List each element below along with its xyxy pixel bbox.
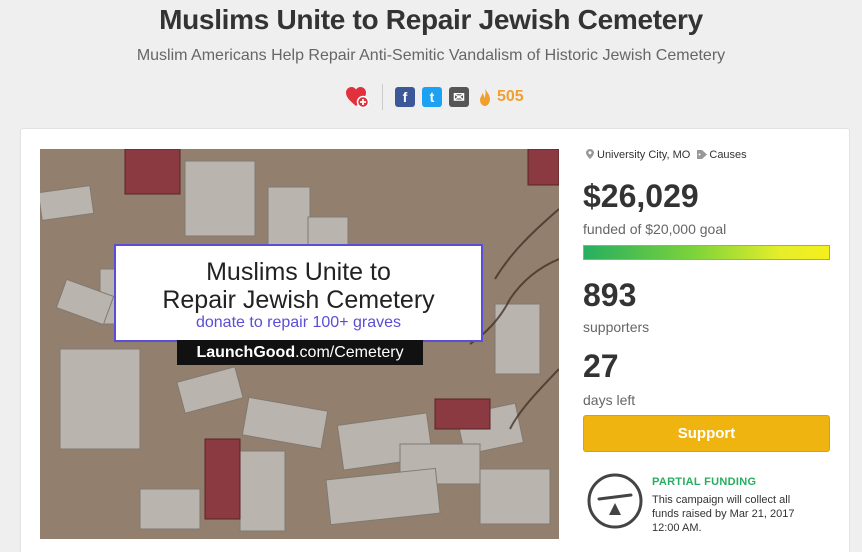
launchgood-url-bar: LaunchGood.com/Cemetery: [177, 340, 423, 365]
partial-funding-scale-icon: [587, 473, 643, 529]
share-divider: [382, 84, 383, 110]
funding-progress-bar: [583, 245, 830, 260]
campaign-title: Muslims Unite to Repair Jewish Cemetery: [159, 4, 703, 35]
email-icon[interactable]: ✉: [449, 87, 469, 107]
campaign-subtitle: Muslim Americans Help Repair Anti-Semiti…: [136, 47, 726, 64]
days-left-count: 27: [583, 348, 619, 384]
banner-line-3: donate to repair 100+ graves: [195, 314, 402, 331]
launchgood-brand: LaunchGood: [196, 344, 296, 361]
heart-plus-icon[interactable]: [345, 86, 369, 108]
banner-line-2: Repair Jewish Cemetery: [162, 286, 435, 314]
supporters-count: 893: [583, 277, 637, 313]
funding-goal-label: funded of $20,000 goal: [583, 221, 727, 237]
banner-line-1: Muslims Unite to: [206, 258, 391, 286]
tag-icon: [697, 150, 708, 159]
supporters-label: supporters: [583, 319, 650, 335]
location-link[interactable]: University City, MO: [597, 149, 690, 161]
flame-icon: [480, 88, 490, 106]
category-link[interactable]: Causes: [709, 149, 746, 161]
twitter-icon[interactable]: t: [422, 87, 442, 107]
partial-funding-title: PARTIAL FUNDING: [652, 476, 757, 488]
partial-funding-text: This campaign will collect all funds rai…: [652, 494, 795, 534]
location-row: University City, MO Causes: [586, 149, 747, 161]
support-button[interactable]: Support: [583, 415, 830, 452]
share-count: 505: [497, 88, 524, 105]
map-pin-icon: [586, 149, 594, 159]
facebook-icon[interactable]: f: [395, 87, 415, 107]
amount-raised: $26,029: [583, 178, 699, 214]
share-row: f t ✉ 505: [0, 84, 862, 110]
launchgood-url: .com/Cemetery: [295, 344, 404, 361]
days-left-label: days left: [583, 392, 636, 408]
image-banner: Muslims Unite to Repair Jewish Cemetery …: [114, 244, 483, 342]
